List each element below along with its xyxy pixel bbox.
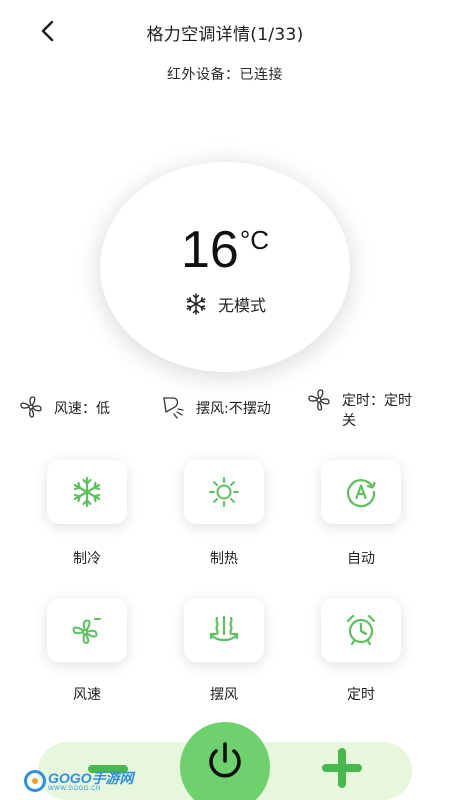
snowflake-icon xyxy=(186,293,206,315)
timer-text: 定时：定时 关 xyxy=(342,391,430,431)
heat-mode-button[interactable] xyxy=(184,460,264,524)
cool-mode-label: 制冷 xyxy=(73,551,101,567)
auto-mode-button[interactable] xyxy=(321,460,401,524)
temperature-readout: 16°C xyxy=(100,220,350,280)
power-icon xyxy=(209,742,241,778)
sun-icon xyxy=(209,477,239,507)
fan-icon xyxy=(72,618,101,645)
swing-vane-icon xyxy=(163,397,184,419)
temperature-unit: °C xyxy=(239,225,270,255)
timer-button[interactable] xyxy=(321,598,401,662)
fan-speed-button[interactable] xyxy=(47,598,127,662)
header: 格力空调详情(1/33) xyxy=(0,0,450,62)
cool-mode-button[interactable] xyxy=(47,460,127,524)
watermark-brand: GOGO手游网 xyxy=(48,769,134,786)
timer-text-line1: 定时：定时 xyxy=(342,393,412,409)
timer-status: 定时：定时 关 xyxy=(306,389,446,431)
fan-icon xyxy=(308,389,330,411)
auto-mode-icon xyxy=(346,479,376,508)
fan-icon xyxy=(20,396,42,418)
swing-text: 摆风:不摆动 xyxy=(196,401,271,417)
timer-text-line2: 关 xyxy=(342,413,356,429)
timer-label: 定时 xyxy=(347,687,375,703)
fan-speed-status: 风速：低 xyxy=(18,396,110,420)
auto-mode-label: 自动 xyxy=(347,551,375,567)
plus-icon[interactable] xyxy=(322,748,362,788)
power-button[interactable] xyxy=(180,722,270,800)
swing-icon xyxy=(209,615,239,642)
temperature-dial: 16°C 无模式 xyxy=(100,162,350,372)
fan-speed-label: 风速 xyxy=(73,687,101,703)
alarm-clock-icon xyxy=(346,614,376,646)
heat-mode-label: 制热 xyxy=(210,551,238,567)
temperature-value: 16 xyxy=(180,221,239,279)
swing-status: 摆风:不摆动 xyxy=(160,397,271,420)
watermark-url: WWW.GOGO.CN xyxy=(48,785,101,792)
swing-button[interactable] xyxy=(184,598,264,662)
watermark: GOGO手游网 WWW.GOGO.CN xyxy=(24,770,134,792)
mode-label: 无模式 xyxy=(217,296,266,315)
watermark-logo-icon xyxy=(24,770,46,792)
page-title: 格力空调详情(1/33) xyxy=(146,25,304,45)
fan-speed-text: 风速：低 xyxy=(54,401,110,417)
ir-device-status: 红外设备：已连接 xyxy=(167,67,283,83)
snowflake-icon xyxy=(73,476,101,508)
swing-label: 摆风 xyxy=(210,687,238,703)
current-mode: 无模式 xyxy=(100,292,350,316)
